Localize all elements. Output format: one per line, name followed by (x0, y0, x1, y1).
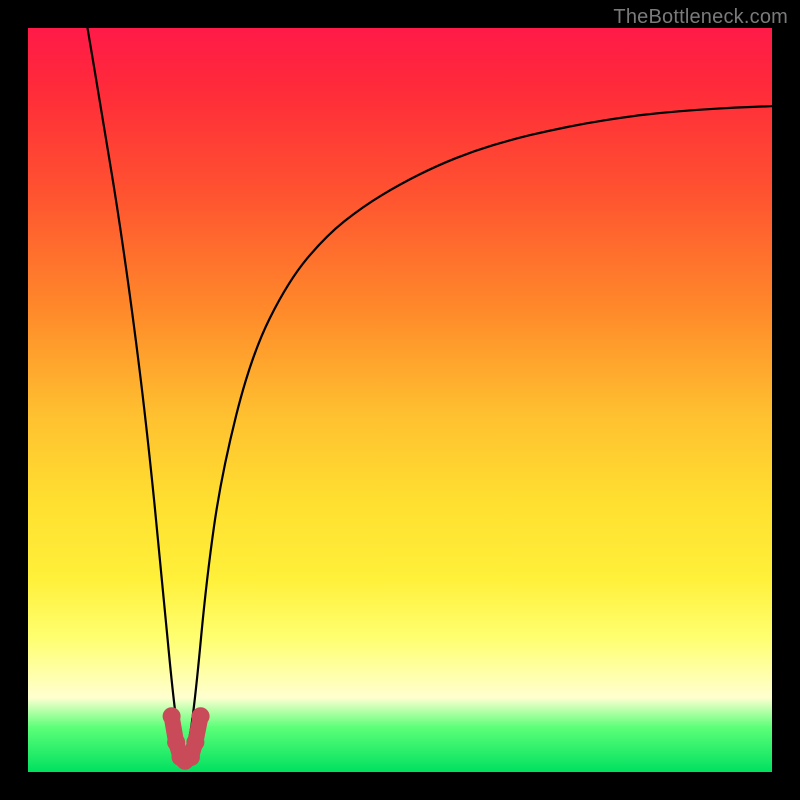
plot-area (28, 28, 772, 772)
watermark-text: TheBottleneck.com (613, 6, 788, 29)
chart-svg (28, 28, 772, 772)
bottleneck-curve (88, 28, 773, 750)
minimum-marker (163, 707, 210, 770)
minimum-dot (186, 733, 204, 751)
minimum-dot (163, 707, 181, 725)
chart-frame: TheBottleneck.com (0, 0, 800, 800)
minimum-dot (192, 707, 210, 725)
